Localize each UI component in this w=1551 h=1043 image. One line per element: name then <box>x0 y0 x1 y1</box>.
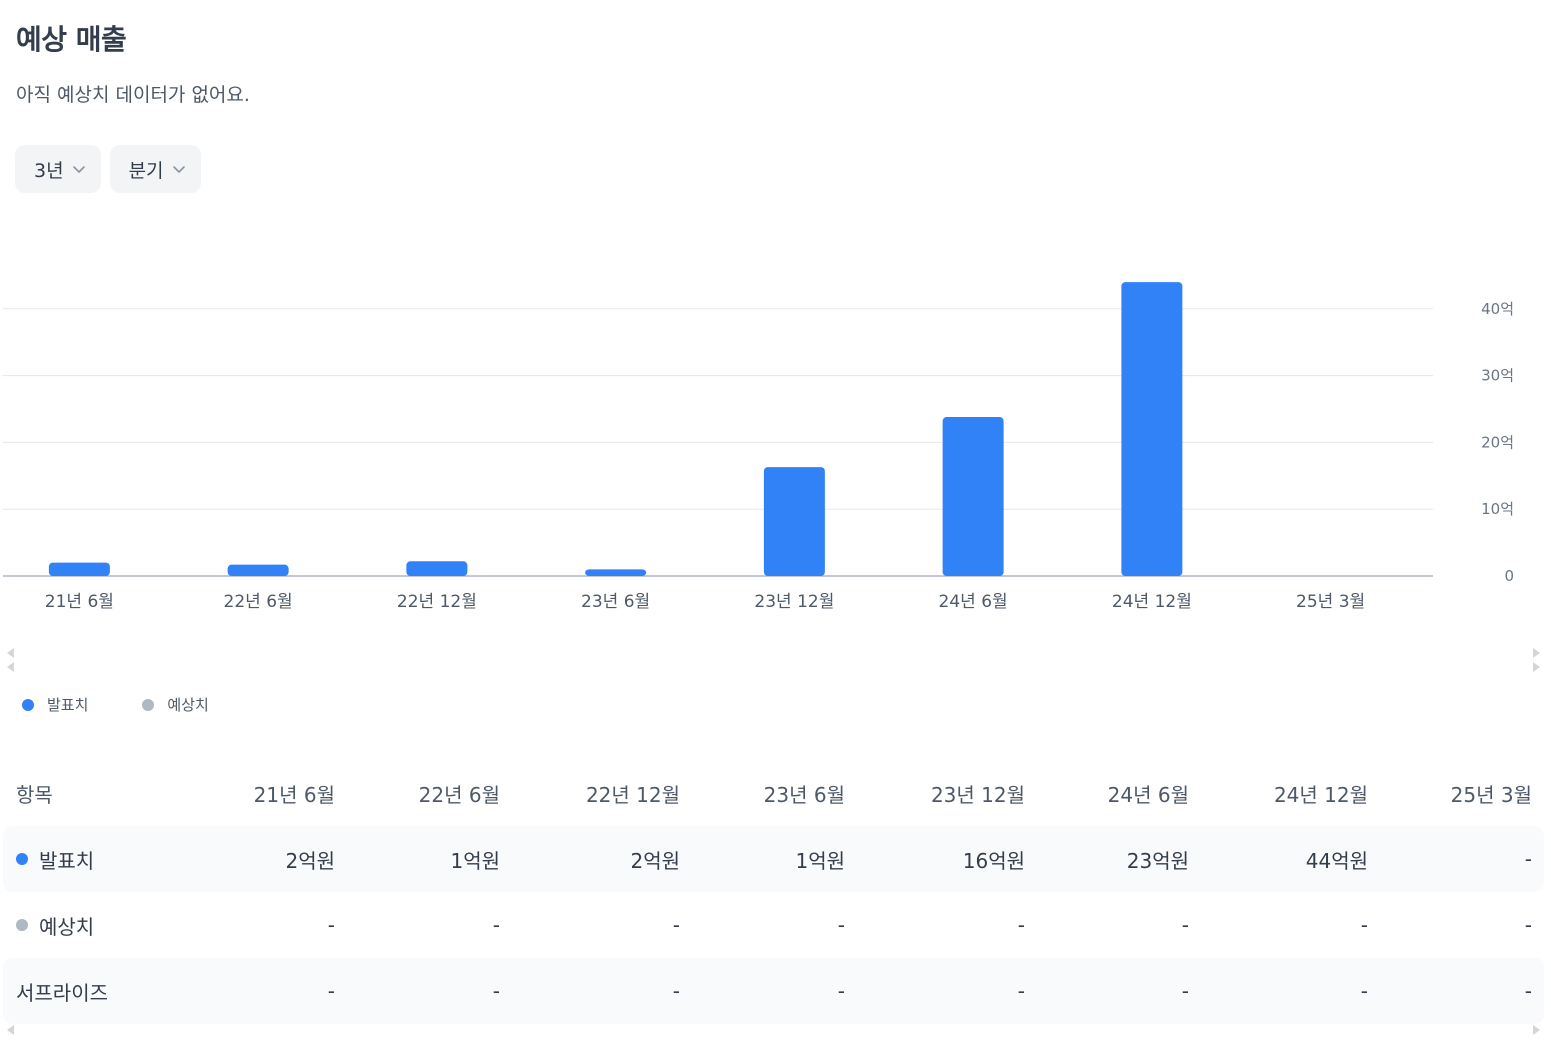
table-cell: 1억원 <box>335 826 500 892</box>
bar-actual <box>227 564 289 576</box>
table-header-cell: 23년 12월 <box>930 782 1025 807</box>
row-label: 서프라이즈 <box>16 980 108 1005</box>
chart-y-axis: 0 10억 20억 30억 40억 <box>1481 300 1514 585</box>
table-header-cell: 25년 3월 <box>1450 782 1532 807</box>
table-scroll-left-icon[interactable] <box>7 1025 14 1035</box>
revenue-bar-chart: 010억20억30억40억 21년 6월 22년 6월 22년 12월 23년 6월 2… <box>3 282 1514 612</box>
chart-scroll-right-icon[interactable] <box>1533 662 1540 672</box>
table-cell: 2억원 <box>500 826 680 892</box>
legend-dot <box>142 698 155 711</box>
interval-dropdown-label: 분기 <box>128 159 164 182</box>
table-row-label-cell: 발표치 <box>3 826 183 892</box>
table-header-cell: 21년 6월 <box>253 782 335 807</box>
y-tick-label: 40억 <box>1481 300 1514 318</box>
table-cell: - <box>492 913 500 937</box>
legend-dot <box>22 698 34 711</box>
x-tick-label: 22년 6월 <box>224 592 293 612</box>
table-cell: - <box>335 958 500 1024</box>
row-label: 발표치 <box>39 848 95 873</box>
table-cell: - <box>845 958 1025 1024</box>
table-header-row: 항목 21년 6월 22년 6월 22년 12월 23년 6월 23년 12월 … <box>3 760 1544 826</box>
table-row: 예상치 - - - - - - - - <box>3 892 1544 958</box>
table-cell: - <box>1189 958 1368 1024</box>
chart-grid <box>3 308 1433 577</box>
filter-bar: 3년 분기 <box>15 145 201 193</box>
table-cell: - <box>500 958 680 1024</box>
y-tick-label: 20억 <box>1481 433 1514 451</box>
table-cell: - <box>1360 913 1368 937</box>
table-row: 서프라이즈 - - - - - - - - <box>3 958 1544 1024</box>
legend-label: 예상치 <box>167 696 209 714</box>
y-tick-label: 30억 <box>1481 367 1514 385</box>
x-tick-label: 23년 6월 <box>581 592 650 612</box>
table-cell: - <box>1017 913 1025 937</box>
bar-actual <box>406 561 468 576</box>
bar-actual <box>763 467 825 576</box>
row-dot <box>16 919 28 931</box>
table-cell: - <box>327 913 335 937</box>
y-tick-label: 10억 <box>1481 500 1514 518</box>
row-dot <box>16 853 28 865</box>
chart-scroll-left-icon[interactable] <box>7 662 14 672</box>
chart-scroll-right-icon[interactable] <box>1533 648 1540 658</box>
x-tick-label: 22년 12월 <box>397 592 477 612</box>
table-cell: 44억원 <box>1189 826 1368 892</box>
table-header-cell: 24년 12월 <box>1273 782 1368 807</box>
legend-item-actual[interactable]: 발표치 <box>22 694 88 715</box>
chevron-down-icon <box>172 166 185 173</box>
chevron-down-icon <box>72 166 85 173</box>
table-cell: - <box>672 913 680 937</box>
legend-item-estimate[interactable]: 예상치 <box>142 694 209 715</box>
interval-dropdown[interactable]: 분기 <box>109 145 201 193</box>
x-tick-label: 24년 6월 <box>939 592 1008 612</box>
table-cell: - <box>1181 913 1189 937</box>
bar-actual <box>942 417 1004 576</box>
table-cell: 2억원 <box>183 826 335 892</box>
table-header-cell: 22년 12월 <box>585 782 680 807</box>
bar-actual <box>585 569 647 576</box>
table-header-cell: 항목 <box>16 782 53 807</box>
table-cell: - <box>1368 958 1544 1024</box>
table-header-cell: 24년 6월 <box>1107 782 1189 807</box>
table-scroll-right-icon[interactable] <box>1533 1025 1540 1035</box>
x-tick-label: 24년 12월 <box>1112 592 1192 612</box>
x-tick-label: 21년 6월 <box>45 592 114 612</box>
x-tick-label: 25년 3월 <box>1296 592 1365 612</box>
bar-actual <box>1121 282 1183 576</box>
table-row: 발표치 2억원 1억원 2억원 1억원 16억원 23억원 44억원 - <box>3 826 1544 892</box>
chart-x-axis: 21년 6월 22년 6월 22년 12월 23년 6월 23년 12월 24년 6월 24… <box>45 592 1365 612</box>
table-cell: - <box>1524 913 1532 937</box>
y-tick-label: 0 <box>1504 567 1514 585</box>
table-cell: - <box>837 913 845 937</box>
table-cell: - <box>680 958 845 1024</box>
table-row-label-cell: 서프라이즈 <box>3 958 183 1024</box>
table-header-cell: 23년 6월 <box>763 782 845 807</box>
table-header-cell: 22년 6월 <box>418 782 500 807</box>
chart-scroll-left-icon[interactable] <box>7 648 14 658</box>
row-label: 예상치 <box>39 914 95 939</box>
period-dropdown-label: 3년 <box>34 159 64 182</box>
table-cell: - <box>1025 958 1189 1024</box>
chart-legend: 발표치 예상치 <box>22 694 209 715</box>
table-cell: 1억원 <box>680 826 845 892</box>
table-row-label-cell: 예상치 <box>3 892 183 958</box>
legend-label: 발표치 <box>47 696 89 714</box>
table-cell: 23억원 <box>1025 826 1189 892</box>
revenue-table: 항목 21년 6월 22년 6월 22년 12월 23년 6월 23년 12월 … <box>3 760 1544 1024</box>
table-cell: 16억원 <box>845 826 1025 892</box>
period-dropdown[interactable]: 3년 <box>15 145 101 193</box>
chart-bars <box>48 282 1183 576</box>
table-cell: - <box>183 958 335 1024</box>
bar-actual <box>48 562 110 576</box>
x-tick-label: 23년 12월 <box>754 592 834 612</box>
page-subtitle: 아직 예상치 데이터가 없어요. <box>16 84 250 106</box>
table-cell: - <box>1368 826 1544 892</box>
page-title: 예상 매출 <box>16 23 127 56</box>
